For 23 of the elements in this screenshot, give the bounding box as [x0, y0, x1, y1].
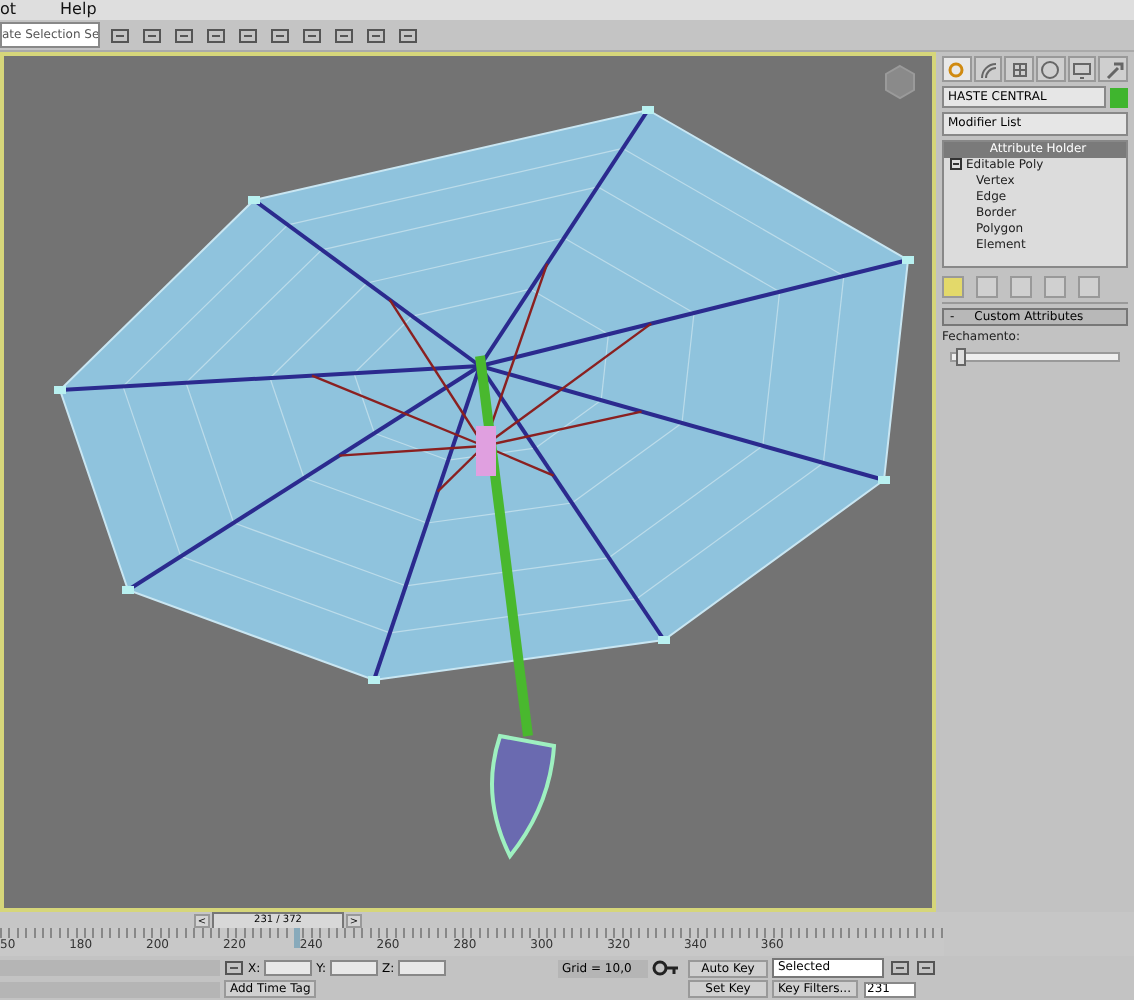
viewport[interactable] [0, 52, 936, 912]
panel-tab[interactable] [1036, 56, 1066, 82]
panel-tab[interactable] [1098, 56, 1129, 82]
menu-item[interactable]: Help [60, 0, 97, 20]
panel-tab[interactable] [973, 56, 1003, 82]
stack-tool-button[interactable] [942, 276, 964, 298]
hammer-icon [1103, 59, 1124, 79]
circle-icon [1040, 59, 1061, 79]
grid-icon [1009, 59, 1030, 79]
x-field[interactable] [264, 960, 313, 976]
panel-tab[interactable] [1067, 56, 1097, 82]
parameter-slider[interactable] [950, 352, 1120, 362]
panel-tab[interactable] [942, 56, 972, 82]
panel-tab[interactable] [1004, 56, 1035, 82]
key-icon[interactable] [652, 960, 680, 976]
sun-icon [946, 59, 967, 79]
arc-icon [978, 59, 998, 79]
menu-item[interactable]: ot [0, 0, 17, 20]
z-field[interactable] [398, 960, 447, 976]
monitor-icon [1072, 59, 1093, 79]
y-field[interactable] [330, 960, 379, 976]
color-swatch[interactable] [1110, 87, 1128, 107]
collapse-icon[interactable] [950, 158, 962, 171]
